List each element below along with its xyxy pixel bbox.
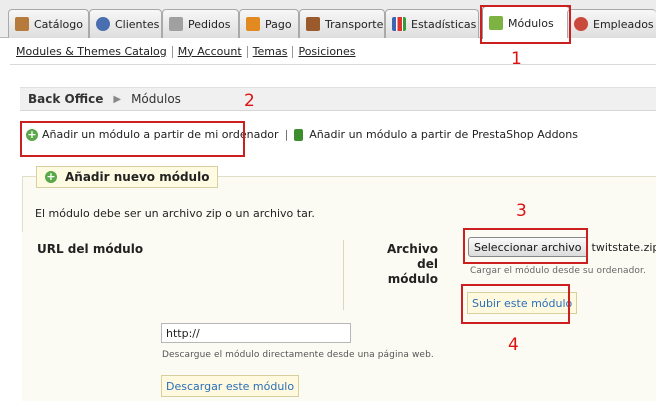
url-label: URL del módulo [37, 242, 144, 256]
customers-icon [96, 17, 110, 31]
tab-label: Empleados [593, 17, 654, 31]
annotation-box-1 [480, 5, 571, 44]
stats-icon [392, 17, 406, 31]
column-divider [343, 240, 344, 310]
addons-icon [294, 128, 304, 141]
subnav-temas[interactable]: Temas [246, 45, 293, 58]
annotation-box-3 [463, 228, 588, 264]
chosen-file-name: twitstate.zip [591, 240, 656, 254]
annotation-number-1: 1 [511, 49, 522, 69]
annotation-number-3: 3 [516, 201, 527, 221]
annotation-number-2: 2 [244, 91, 255, 111]
annotation-number-4: 4 [508, 335, 519, 355]
orders-icon [169, 17, 183, 31]
url-hint: Descargue el módulo directamente desde u… [162, 350, 434, 360]
tab-label: Transporte [325, 17, 384, 31]
tab-label: Estadísticas [411, 17, 477, 31]
format-note: El módulo debe ser un archivo zip o un a… [35, 207, 315, 220]
module-url-input[interactable] [161, 323, 351, 343]
tab-catalogo[interactable]: Catálogo [8, 9, 89, 38]
tab-estadisticas[interactable]: Estadísticas [385, 9, 479, 38]
payment-icon [246, 17, 260, 31]
shipping-icon [306, 17, 320, 31]
legend-title: Añadir nuevo módulo [65, 170, 210, 184]
tab-pedidos[interactable]: Pedidos [162, 9, 239, 38]
tab-transporte[interactable]: Transporte [299, 9, 385, 38]
subnav-modules-themes-catalog[interactable]: Modules & Themes Catalog [10, 45, 172, 58]
tab-pago[interactable]: Pago [239, 9, 299, 38]
tab-label: Pago [265, 17, 292, 31]
download-module-button[interactable]: Descargar este módulo [161, 375, 300, 397]
breadcrumb-current: Módulos [131, 92, 181, 106]
fieldset-legend: + Añadir nuevo módulo [36, 166, 219, 188]
breadcrumb: Back Office ▶ Módulos [20, 87, 656, 111]
annotation-box-2 [20, 121, 245, 157]
employees-icon [574, 17, 588, 31]
file-hint: Cargar el módulo desde su ordenador. [470, 266, 646, 276]
annotation-box-4 [461, 284, 570, 324]
link-separator: | [284, 128, 289, 141]
tab-label: Pedidos [188, 17, 231, 31]
subnav-my-account[interactable]: My Account [171, 45, 247, 58]
breadcrumb-root[interactable]: Back Office [28, 92, 103, 106]
tab-label: Catálogo [34, 17, 83, 31]
breadcrumb-separator-icon: ▶ [113, 93, 122, 105]
tab-label: Clientes [115, 17, 160, 31]
tab-clientes[interactable]: Clientes [89, 9, 162, 38]
file-label: Archivo del módulo [386, 242, 438, 286]
add-icon: + [45, 170, 57, 183]
add-from-addons-link[interactable]: Añadir un módulo a partir de PrestaShop … [309, 128, 578, 141]
tab-empleados[interactable]: Empleados [567, 9, 656, 38]
catalog-icon [15, 17, 29, 31]
subnav-posiciones[interactable]: Posiciones [292, 45, 360, 58]
